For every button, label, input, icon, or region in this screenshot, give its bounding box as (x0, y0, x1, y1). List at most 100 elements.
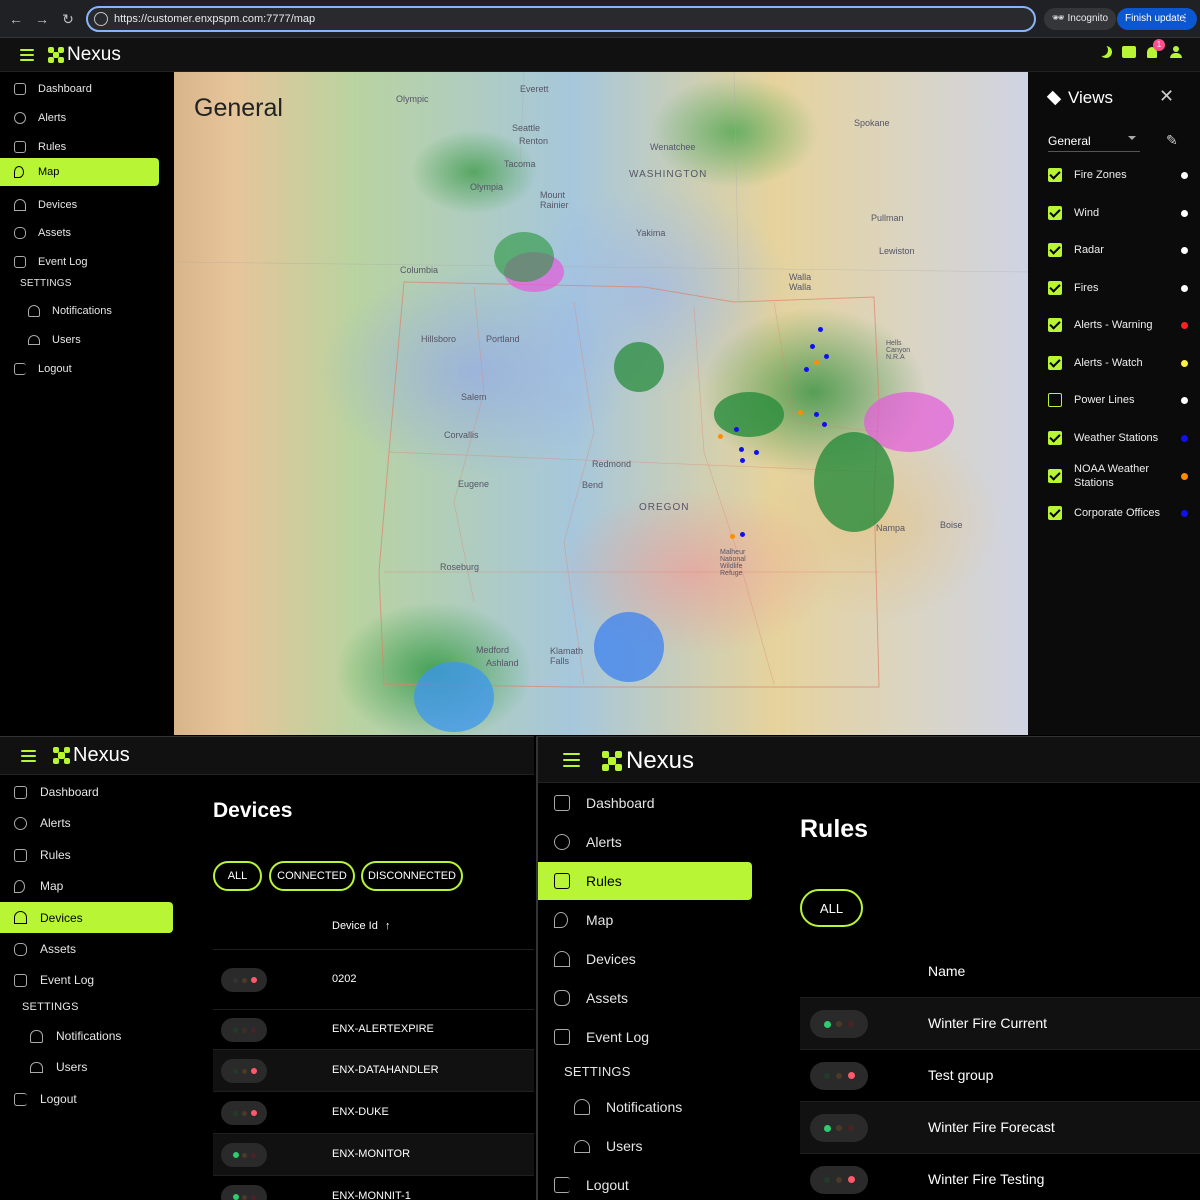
close-icon[interactable]: ✕ (1159, 86, 1174, 107)
checkbox[interactable] (1048, 168, 1062, 182)
layer-color-dot (1181, 472, 1188, 480)
menu-icon[interactable] (21, 750, 36, 762)
column-header-device-id[interactable]: Device Id ↑ (332, 920, 390, 932)
layer-toggle-alerts-watch[interactable]: Alerts - Watch (1048, 356, 1188, 370)
sidebar-item-map[interactable]: Map (538, 902, 752, 938)
sidebar-item-logout[interactable]: Logout (0, 356, 160, 382)
site-info-icon[interactable] (94, 12, 108, 26)
weather-station-marker[interactable] (740, 458, 745, 463)
sidebar-item-logout[interactable]: Logout (0, 1084, 174, 1114)
layer-toggle-wind[interactable]: Wind (1048, 206, 1188, 220)
sidebar-item-dashboard[interactable]: Dashboard (0, 777, 174, 807)
sidebar-item-assets[interactable]: Assets (0, 934, 174, 964)
weather-station-marker[interactable] (739, 447, 744, 452)
sidebar-item-devices[interactable]: Devices (0, 902, 173, 933)
table-row[interactable]: ENX-MONNIT-1 (213, 1175, 534, 1200)
sidebar-item-rules[interactable]: Rules (0, 134, 160, 160)
back-icon[interactable]: ← (6, 9, 26, 29)
weather-station-marker[interactable] (818, 327, 823, 332)
sidebar-item-dashboard[interactable]: Dashboard (538, 785, 752, 821)
checkbox[interactable] (1048, 506, 1062, 520)
noaa-station-marker[interactable] (798, 410, 803, 415)
checkbox[interactable] (1048, 469, 1062, 483)
sidebar-item-rules[interactable]: Rules (0, 840, 174, 870)
filter-connected-button[interactable]: CONNECTED (269, 861, 355, 891)
filter-all-button[interactable]: ALL (213, 861, 262, 891)
checkbox[interactable] (1048, 243, 1062, 257)
weather-station-marker[interactable] (810, 344, 815, 349)
checkbox[interactable] (1048, 431, 1062, 445)
weather-station-marker[interactable] (754, 450, 759, 455)
menu-icon[interactable] (563, 753, 580, 767)
weather-station-marker[interactable] (804, 367, 809, 372)
layer-toggle-fires[interactable]: Fires (1048, 281, 1188, 295)
view-select[interactable]: General (1048, 132, 1140, 152)
checkbox[interactable] (1048, 281, 1062, 295)
weather-station-marker[interactable] (824, 354, 829, 359)
sidebar-item-event-log[interactable]: Event Log (0, 249, 160, 275)
weather-station-marker[interactable] (740, 532, 745, 537)
sidebar-item-assets[interactable]: Assets (538, 980, 752, 1016)
sidebar-item-users[interactable]: Users (538, 1128, 752, 1164)
table-row[interactable]: Winter Fire Forecast (800, 1101, 1200, 1153)
sidebar-item-notifications[interactable]: Notifications (538, 1089, 752, 1125)
reload-icon[interactable]: ↻ (58, 9, 78, 29)
sidebar-item-alerts[interactable]: Alerts (538, 824, 752, 860)
user-avatar-icon[interactable] (1170, 46, 1182, 58)
incognito-badge[interactable]: 🕶 Incognito (1044, 8, 1117, 30)
weather-map[interactable]: Olympic Everett Seattle Renton Tacoma Ol… (174, 72, 1028, 735)
checkbox[interactable] (1048, 206, 1062, 220)
finish-update-button[interactable]: Finish update ⋮ (1117, 8, 1197, 30)
feedback-icon[interactable] (1122, 46, 1136, 58)
weather-station-marker[interactable] (822, 422, 827, 427)
table-row[interactable]: ENX-ALERTEXPIRE (213, 1009, 534, 1049)
sidebar-item-assets[interactable]: Assets (0, 220, 160, 246)
sidebar-item-dashboard[interactable]: Dashboard (0, 76, 160, 102)
sidebar-item-event-log[interactable]: Event Log (538, 1019, 752, 1055)
sidebar-item-alerts[interactable]: Alerts (0, 808, 174, 838)
layer-toggle-power-lines[interactable]: Power Lines (1048, 393, 1188, 407)
weather-station-marker[interactable] (734, 427, 739, 432)
sidebar-item-logout[interactable]: Logout (538, 1167, 752, 1200)
status-indicator (810, 1010, 868, 1038)
moon-icon[interactable] (1100, 46, 1112, 58)
noaa-station-marker[interactable] (718, 434, 723, 439)
checkbox[interactable] (1048, 356, 1062, 370)
layer-toggle-alerts-warning[interactable]: Alerts - Warning (1048, 318, 1188, 332)
filter-disconnected-button[interactable]: DISCONNECTED (361, 861, 463, 891)
table-row[interactable]: Winter Fire Current (800, 997, 1200, 1049)
checkbox[interactable] (1048, 318, 1062, 332)
sidebar-item-map[interactable]: Map (0, 871, 174, 901)
table-row[interactable]: Winter Fire Testing (800, 1153, 1200, 1200)
filter-all-button[interactable]: ALL (800, 889, 863, 927)
noaa-station-marker[interactable] (814, 360, 819, 365)
layer-toggle-noaa-weather-stations[interactable]: NOAA Weather Stations (1048, 461, 1188, 491)
address-bar[interactable]: https://customer.enxpspm.com:7777/map (86, 6, 1036, 32)
sidebar-item-notifications[interactable]: Notifications (0, 298, 160, 324)
sidebar-item-rules[interactable]: Rules (538, 862, 752, 900)
forward-icon[interactable]: → (32, 9, 52, 29)
sidebar-item-map[interactable]: Map (0, 158, 159, 186)
weather-station-marker[interactable] (814, 412, 819, 417)
sidebar-item-event-log[interactable]: Event Log (0, 965, 174, 995)
menu-icon[interactable] (20, 49, 34, 61)
column-header-name[interactable]: Name (928, 963, 965, 979)
sidebar-item-devices[interactable]: Devices (538, 941, 752, 977)
layer-toggle-weather-stations[interactable]: Weather Stations (1048, 431, 1188, 445)
table-row[interactable]: ENX-MONITOR (213, 1133, 534, 1175)
layer-toggle-corporate-offices[interactable]: Corporate Offices (1048, 498, 1188, 528)
table-row[interactable]: Test group (800, 1049, 1200, 1101)
checkbox[interactable] (1048, 393, 1062, 407)
table-row[interactable]: ENX-DATAHANDLER (213, 1049, 534, 1091)
sidebar-item-users[interactable]: Users (0, 1052, 174, 1082)
sidebar-item-users[interactable]: Users (0, 327, 160, 353)
layer-toggle-fire-zones[interactable]: Fire Zones (1048, 168, 1188, 182)
noaa-station-marker[interactable] (730, 534, 735, 539)
table-row[interactable]: 0202 (213, 949, 534, 1009)
sidebar-item-alerts[interactable]: Alerts (0, 105, 160, 131)
sidebar-item-notifications[interactable]: Notifications (0, 1021, 174, 1051)
sidebar-item-devices[interactable]: Devices (0, 192, 160, 218)
layer-toggle-radar[interactable]: Radar (1048, 243, 1188, 257)
edit-icon[interactable]: ✎ (1166, 132, 1178, 149)
table-row[interactable]: ENX-DUKE (213, 1091, 534, 1133)
